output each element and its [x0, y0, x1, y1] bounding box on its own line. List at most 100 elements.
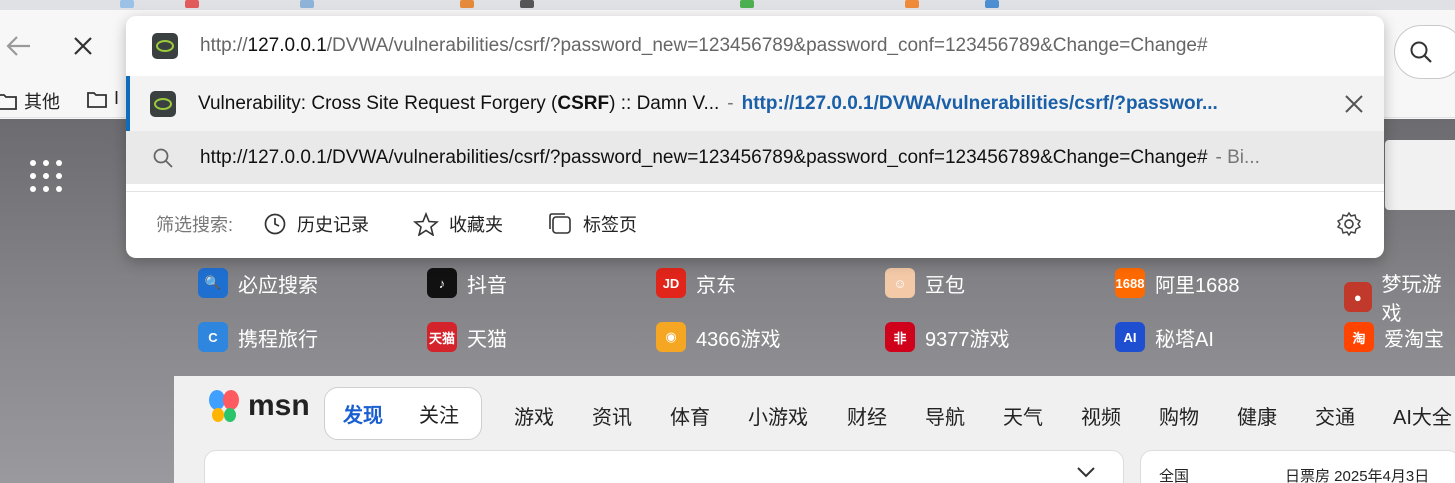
tab-favicon[interactable] — [120, 0, 134, 8]
quick-link-label: 豆包 — [925, 274, 965, 297]
quick-link[interactable]: 1688 阿里1688 — [1115, 268, 1240, 298]
msn-nav-item[interactable]: 资讯 — [592, 401, 632, 430]
suggestion-search-item[interactable]: http://127.0.0.1/DVWA/vulnerabilities/cs… — [126, 131, 1384, 184]
dvwa-logo-icon — [156, 40, 174, 52]
quick-link[interactable]: ◉ 4366游戏 — [656, 322, 781, 352]
tab-discover[interactable]: 发现 — [325, 399, 401, 428]
tab-favicon[interactable] — [300, 0, 314, 8]
filter-tabs-label: 标签页 — [583, 215, 638, 235]
filter-favorites[interactable]: 收藏夹 — [413, 211, 503, 237]
filter-history[interactable]: 历史记录 — [263, 211, 369, 237]
suggestion-title: Vulnerability: Cross Site Request Forger… — [198, 92, 558, 114]
quick-link-icon: ● — [1344, 282, 1372, 312]
quick-link-label: 必应搜索 — [238, 274, 318, 297]
msn-nav-item[interactable]: 健康 — [1237, 401, 1277, 430]
filter-tabs[interactable]: 标签页 — [547, 211, 637, 237]
quick-link-icon: 非 — [885, 322, 915, 352]
stop-button[interactable] — [65, 28, 101, 64]
search-icon — [1410, 41, 1432, 63]
tab-favicon[interactable] — [985, 0, 999, 8]
quick-link-label: 京东 — [696, 274, 736, 297]
msn-feed-header: msn 发现 关注 游戏 资讯 体育 小游戏 财经 导航 天气 视频 购物 健康 交通 AI大全 全国… — [174, 376, 1455, 483]
quick-link-label: 梦玩游戏 — [1381, 274, 1442, 325]
msn-nav-item[interactable]: 导航 — [925, 401, 965, 430]
quick-link-label: 抖音 — [467, 274, 507, 297]
quick-link-icon: JD — [656, 268, 686, 298]
quick-link[interactable]: ☺ 豆包 — [885, 268, 965, 298]
suggestion-search-engine: - Bi... — [1215, 146, 1260, 168]
star-icon — [413, 212, 440, 236]
tab-favicon[interactable] — [905, 0, 919, 8]
msn-nav-item[interactable]: 购物 — [1159, 401, 1199, 430]
msn-brand: msn — [248, 389, 310, 422]
tab-favicon[interactable] — [460, 0, 474, 8]
address-input[interactable]: http://127.0.0.1/DVWA/vulnerabilities/cs… — [126, 16, 1384, 76]
remove-suggestion-close-icon[interactable] — [1344, 94, 1364, 114]
chevron-down-icon[interactable] — [1075, 465, 1097, 479]
msn-nav-item[interactable]: 小游戏 — [748, 401, 808, 430]
tab-favicon[interactable] — [185, 0, 199, 8]
bookmark-label: I — [114, 88, 120, 108]
quick-link[interactable]: C 携程旅行 — [198, 322, 318, 352]
quick-link-label: 秘塔AI — [1155, 328, 1214, 351]
tab-favicon[interactable] — [740, 0, 754, 8]
dvwa-favicon — [150, 90, 176, 117]
msn-nav-item[interactable]: 视频 — [1081, 401, 1121, 430]
back-button[interactable] — [0, 28, 36, 64]
suggestion-url: http://127.0.0.1/DVWA/vulnerabilities/cs… — [741, 92, 1218, 114]
tab-follow[interactable]: 关注 — [401, 399, 477, 428]
quick-link[interactable]: 淘爱淘宝 — [1344, 322, 1444, 352]
filter-favorites-label: 收藏夹 — [449, 215, 504, 235]
divider — [126, 191, 1384, 192]
quick-link[interactable]: 天猫 天猫 — [427, 322, 507, 352]
tab-favicon[interactable] — [520, 0, 534, 8]
quick-link[interactable]: AI 秘塔AI — [1115, 322, 1214, 352]
quick-link-label: 爱淘宝 — [1384, 328, 1444, 351]
url-host: 127.0.0.1 — [247, 35, 327, 56]
close-icon — [74, 37, 92, 55]
url-path: /DVWA/vulnerabilities/csrf/?password_new… — [326, 35, 1208, 56]
quick-link-label: 携程旅行 — [238, 328, 318, 351]
box-office-date: 日票房 2025年4月3日 — [1285, 468, 1430, 483]
region-select[interactable]: 全国 — [1159, 465, 1189, 483]
side-panel — [1385, 140, 1455, 210]
news-card[interactable] — [204, 450, 1124, 483]
bookmark-folder-other[interactable]: 其他 — [0, 88, 60, 114]
quick-link-icon: AI — [1115, 322, 1145, 352]
apps-grid-icon[interactable] — [30, 160, 64, 194]
quick-link[interactable]: ♪ 抖音 — [427, 268, 507, 298]
quick-link-label: 9377游戏 — [925, 328, 1010, 351]
quick-link[interactable]: JD 京东 — [656, 268, 736, 298]
msn-nav-item[interactable]: 体育 — [670, 401, 710, 430]
msn-nav-item[interactable]: 交通 — [1315, 401, 1355, 430]
suggestion-history-item[interactable]: Vulnerability: Cross Site Request Forger… — [126, 76, 1384, 131]
msn-nav-item[interactable]: AI大全 — [1393, 401, 1452, 430]
quick-link-label: 天猫 — [467, 328, 507, 351]
tabs-icon — [549, 213, 571, 234]
quick-link[interactable]: 🔍 必应搜索 — [198, 268, 318, 298]
msn-nav-item[interactable]: 天气 — [1003, 401, 1043, 430]
bookmark-label: 其他 — [24, 92, 60, 112]
msn-nav-item[interactable]: 游戏 — [514, 401, 554, 430]
search-filter-bar: 筛选搜索: 历史记录 收藏夹 标签页 — [126, 197, 1384, 251]
quick-link[interactable]: ● 梦玩游戏 — [1344, 268, 1455, 326]
search-button[interactable] — [1394, 25, 1455, 79]
bookmark-folder[interactable]: I — [86, 88, 119, 109]
suggestion-search-text: http://127.0.0.1/DVWA/vulnerabilities/cs… — [200, 146, 1208, 168]
quick-link-icon: ◉ — [656, 322, 686, 352]
gear-icon[interactable] — [1336, 211, 1362, 237]
search-icon — [153, 148, 173, 168]
msn-logo[interactable]: msn — [206, 388, 310, 424]
suggestion-title-match: CSRF — [557, 92, 610, 114]
quick-link-icon: 1688 — [1115, 268, 1145, 298]
dvwa-favicon — [152, 33, 178, 59]
quick-link-icon: 淘 — [1344, 322, 1374, 352]
box-office-card: 全国 日票房 2025年4月3日 — [1140, 450, 1455, 483]
quick-link[interactable]: 非 9377游戏 — [885, 322, 1010, 352]
msn-nav-item[interactable]: 财经 — [847, 401, 887, 430]
address-bar-dropdown: http://127.0.0.1/DVWA/vulnerabilities/cs… — [126, 16, 1384, 258]
suggestion-title-rest: ) :: Damn V... — [609, 92, 720, 114]
quick-link-label: 4366游戏 — [696, 328, 781, 351]
filter-label: 筛选搜索: — [156, 215, 234, 235]
back-arrow-icon — [6, 36, 30, 56]
